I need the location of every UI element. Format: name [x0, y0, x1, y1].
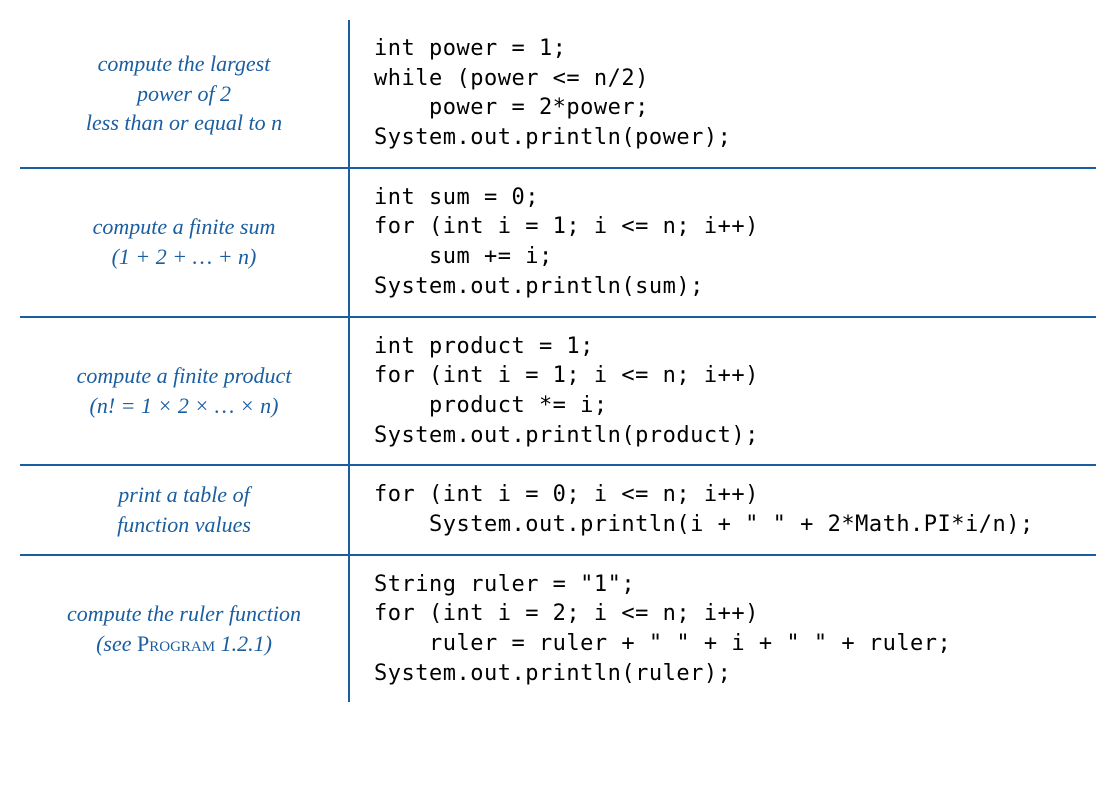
- row-description: compute a finite sum(1 + 2 + … + n): [20, 168, 349, 317]
- row-code: int power = 1; while (power <= n/2) powe…: [349, 20, 1096, 168]
- table-row: compute the largestpower of 2less than o…: [20, 20, 1096, 168]
- row-code: for (int i = 0; i <= n; i++) System.out.…: [349, 465, 1096, 554]
- table-row: compute the ruler function(see Program 1…: [20, 555, 1096, 703]
- code-examples-table: compute the largestpower of 2less than o…: [20, 20, 1096, 702]
- table-row: compute a finite product(n! = 1 × 2 × … …: [20, 317, 1096, 466]
- row-description: print a table offunction values: [20, 465, 349, 554]
- row-code: int sum = 0; for (int i = 1; i <= n; i++…: [349, 168, 1096, 317]
- table-row: compute a finite sum(1 + 2 + … + n) int …: [20, 168, 1096, 317]
- row-code: int product = 1; for (int i = 1; i <= n;…: [349, 317, 1096, 466]
- row-description: compute a finite product(n! = 1 × 2 × … …: [20, 317, 349, 466]
- table-row: print a table offunction values for (int…: [20, 465, 1096, 554]
- row-description: compute the ruler function(see Program 1…: [20, 555, 349, 703]
- row-code: String ruler = "1"; for (int i = 2; i <=…: [349, 555, 1096, 703]
- row-description: compute the largestpower of 2less than o…: [20, 20, 349, 168]
